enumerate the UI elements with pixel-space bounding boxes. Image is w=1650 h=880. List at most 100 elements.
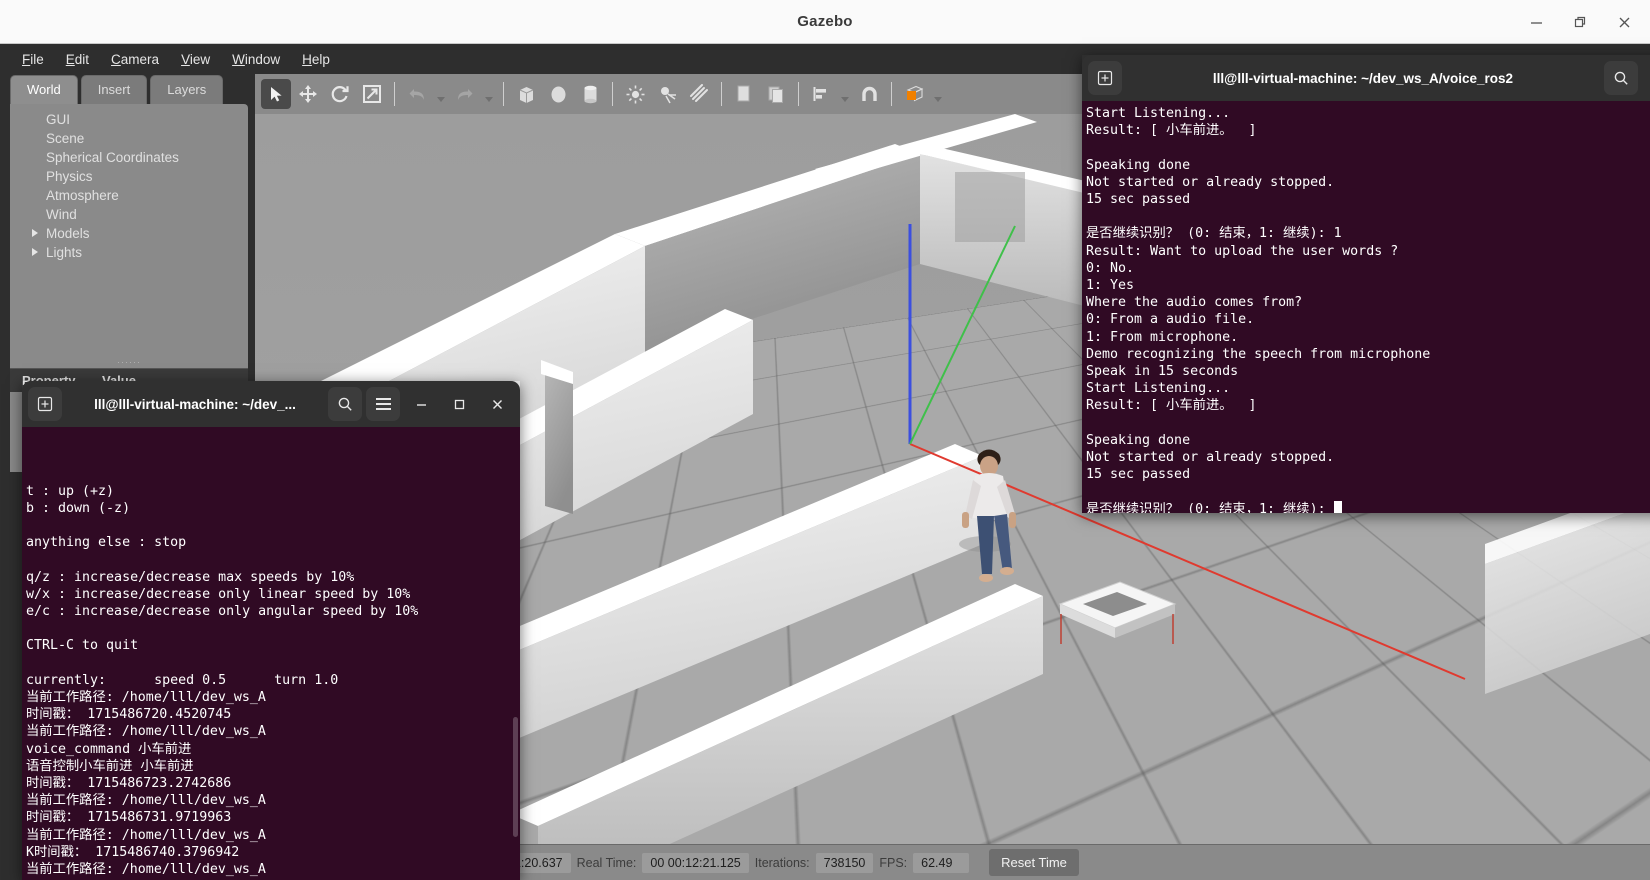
terminal-line: 是否继续识别？ (0: 结束，1: 继续): xyxy=(1086,500,1650,513)
terminal-line: 时间戳： 1715486723.2742686 xyxy=(26,776,232,791)
align-dropdown-caret-icon[interactable] xyxy=(838,79,852,109)
terminal-line: Start Listening... xyxy=(1086,381,1231,397)
search-icon[interactable] xyxy=(328,387,362,421)
menu-view[interactable]: View xyxy=(171,48,220,71)
tree-item-spherical-coordinates[interactable]: Spherical Coordinates xyxy=(10,148,248,167)
tab-world[interactable]: World xyxy=(10,75,78,104)
toolbar-separator-4 xyxy=(721,82,722,106)
menu-window[interactable]: Window xyxy=(222,48,290,71)
maximize-button[interactable] xyxy=(442,387,476,421)
spot-light-icon[interactable] xyxy=(652,79,682,109)
insert-box-icon[interactable] xyxy=(511,79,541,109)
reset-time-button[interactable]: Reset Time xyxy=(989,849,1079,876)
iterations-label: Iterations: xyxy=(754,855,810,870)
tree-item-lights[interactable]: Lights xyxy=(10,243,248,262)
tree-item-gui[interactable]: GUI xyxy=(10,110,248,129)
terminal-line: 15 sec passed xyxy=(1086,192,1191,207)
terminal-line: 当前工作路径: /home/lll/dev_ws_A xyxy=(26,724,266,740)
terminal-left-title: lll@lll-virtual-machine: ~/dev_... xyxy=(94,396,296,412)
tab-insert[interactable]: Insert xyxy=(80,75,148,104)
terminal-line: 1: Yes xyxy=(1086,278,1135,293)
new-tab-button[interactable] xyxy=(28,387,62,421)
translate-mode-icon[interactable] xyxy=(293,79,323,109)
hamburger-menu-icon[interactable] xyxy=(366,387,400,421)
terminal-scrollbar[interactable] xyxy=(513,717,518,837)
tree-item-wind[interactable]: Wind xyxy=(10,205,248,224)
page-title: Gazebo xyxy=(797,13,853,30)
terminal-line: Result: Want to upload the user words ? xyxy=(1086,243,1399,259)
terminal-line: Not started or already stopped. xyxy=(1086,450,1335,466)
real-time-label: Real Time: xyxy=(576,855,637,870)
terminal-line: 当前工作路径: /home/lll/dev_ws_A xyxy=(26,689,266,705)
tree-item-atmosphere[interactable]: Atmosphere xyxy=(10,186,248,205)
menu-camera[interactable]: Camera xyxy=(101,48,169,71)
terminal-left-output[interactable]: t : up (+z) b : down (-z) anything else : … xyxy=(22,427,520,880)
close-button[interactable] xyxy=(480,387,514,421)
minimize-button[interactable] xyxy=(1518,6,1554,38)
tree-item-scene[interactable]: Scene xyxy=(10,129,248,148)
undo-dropdown-caret-icon[interactable] xyxy=(434,79,448,109)
redo-dropdown-caret-icon[interactable] xyxy=(482,79,496,109)
terminal-line: anything else : stop xyxy=(26,535,187,551)
terminal-line: currently: speed 0.5 turn 1.0 xyxy=(26,672,339,688)
terminal-line: CTRL-C to quit xyxy=(26,638,139,654)
toolbar-separator-3 xyxy=(612,82,613,106)
window-controls xyxy=(1518,0,1642,44)
terminal-right-output[interactable]: Start Listening... Result: [ 小车前进。 ] Speak… xyxy=(1082,101,1650,513)
directional-light-icon[interactable] xyxy=(684,79,714,109)
minimize-button[interactable] xyxy=(404,387,438,421)
paste-icon[interactable] xyxy=(761,79,791,109)
terminal-window-teleop[interactable]: lll@lll-virtual-machine: ~/dev_... t : u… xyxy=(22,381,520,880)
scale-mode-icon[interactable] xyxy=(357,79,387,109)
fps-value: 62.49 xyxy=(913,852,970,873)
tab-layers[interactable]: Layers xyxy=(150,75,224,104)
view-mode-cube-icon[interactable] xyxy=(899,79,929,109)
insert-cylinder-icon[interactable] xyxy=(575,79,605,109)
terminal-line: Where the audio comes from? xyxy=(1086,295,1303,311)
terminal-line: q/z : increase/decrease max speeds by 10… xyxy=(26,569,355,585)
menu-file[interactable]: File xyxy=(12,48,54,71)
tree-item-physics[interactable]: Physics xyxy=(10,167,248,186)
tree-item-models[interactable]: Models xyxy=(10,224,248,243)
menu-edit[interactable]: Edit xyxy=(56,48,99,71)
terminal-line: K时间戳： 1715486740.3796942 xyxy=(26,844,240,860)
terminal-right-titlebar: lll@lll-virtual-machine: ~/dev_ws_A/voic… xyxy=(1082,55,1650,101)
toolbar-separator-6 xyxy=(891,82,892,106)
terminal-line: Demo recognizing the speech from microph… xyxy=(1086,346,1431,362)
terminal-line: Speaking done xyxy=(1086,157,1191,173)
robot-platform-model xyxy=(1058,581,1177,644)
hamburger-menu-icon[interactable] xyxy=(1642,61,1650,95)
terminal-line: Not started or already stopped. xyxy=(1086,174,1335,190)
panel-splitter[interactable]: ······ xyxy=(10,358,248,368)
fps-label: FPS: xyxy=(879,855,908,870)
gazebo-titlebar: Gazebo xyxy=(0,0,1650,44)
view-mode-dropdown-caret-icon[interactable] xyxy=(931,79,945,109)
rotate-mode-icon[interactable] xyxy=(325,79,355,109)
align-icon[interactable] xyxy=(806,79,836,109)
menu-help[interactable]: Help xyxy=(292,48,340,71)
terminal-window-voice-ros2[interactable]: lll@lll-virtual-machine: ~/dev_ws_A/voic… xyxy=(1082,55,1650,513)
terminal-line: 当前工作路径: /home/lll/dev_ws_A xyxy=(26,827,266,843)
snap-icon[interactable] xyxy=(854,79,884,109)
search-icon[interactable] xyxy=(1604,61,1638,95)
insert-sphere-icon[interactable] xyxy=(543,79,573,109)
terminal-line: t : up (+z) xyxy=(26,483,115,499)
terminal-line: 时间戳： 1715486731.9719963 xyxy=(26,810,232,826)
real-time-value: 00 00:12:21.125 xyxy=(642,852,749,873)
terminal-line: 1: From microphone. xyxy=(1086,329,1239,345)
iterations-value: 738150 xyxy=(815,852,874,873)
undo-icon[interactable] xyxy=(402,79,432,109)
close-button[interactable] xyxy=(1606,6,1642,38)
redo-icon[interactable] xyxy=(450,79,480,109)
copy-icon[interactable] xyxy=(729,79,759,109)
point-light-icon[interactable] xyxy=(620,79,650,109)
terminal-line: 当前工作路径: /home/lll/dev_ws_A xyxy=(26,793,266,809)
new-tab-button[interactable] xyxy=(1088,61,1122,95)
maximize-button[interactable] xyxy=(1562,6,1598,38)
select-mode-icon[interactable] xyxy=(261,79,291,109)
terminal-line: 0: From a audio file. xyxy=(1086,312,1255,328)
